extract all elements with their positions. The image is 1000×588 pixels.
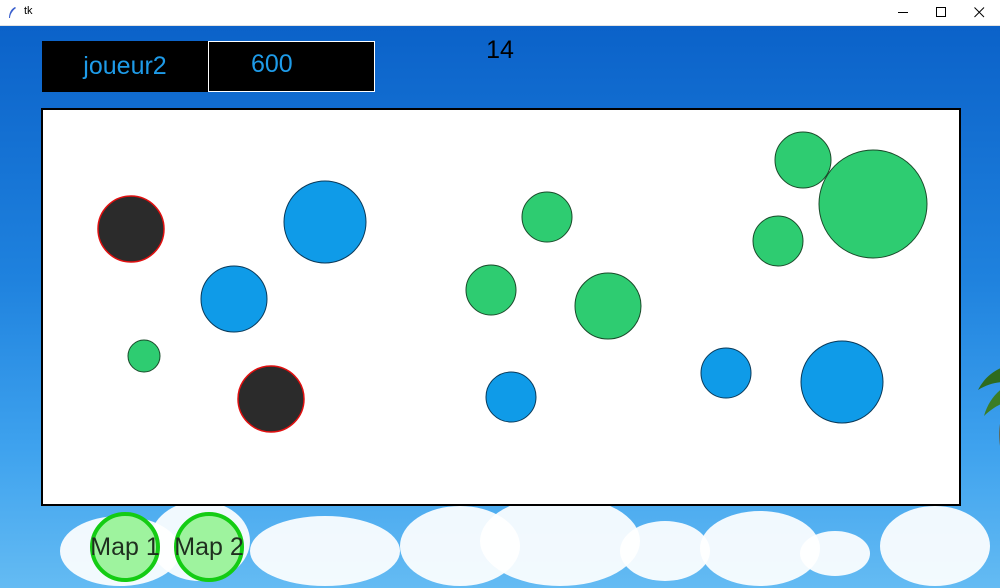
enemy-circle[interactable]: [97, 195, 165, 263]
score-value: 600: [251, 50, 293, 78]
player-circle[interactable]: [283, 180, 367, 264]
map-1-label: Map 1: [90, 532, 160, 561]
map-2-label: Map 2: [174, 532, 244, 561]
food-circle[interactable]: [465, 264, 517, 316]
close-button[interactable]: [960, 0, 1000, 25]
cloud: [250, 516, 400, 586]
player-circle[interactable]: [700, 347, 752, 399]
game-board[interactable]: [41, 108, 961, 506]
player-circle[interactable]: [485, 371, 537, 423]
food-circle[interactable]: [818, 149, 928, 259]
feather-icon: [9, 7, 16, 18]
cloud: [800, 531, 870, 576]
food-circle[interactable]: [752, 215, 804, 267]
cloud: [620, 521, 710, 581]
food-circle[interactable]: [521, 191, 573, 243]
close-icon: [974, 7, 985, 18]
food-circle[interactable]: [574, 272, 642, 340]
player-circle[interactable]: [800, 340, 884, 424]
cloud: [880, 506, 990, 586]
player-circle[interactable]: [200, 265, 268, 333]
food-circle[interactable]: [127, 339, 161, 373]
player-name-display: joueur2: [42, 41, 208, 92]
window-titlebar: tk: [0, 0, 1000, 26]
maximize-icon: [936, 7, 946, 17]
player-name-label: joueur2: [83, 52, 167, 80]
map-2-button[interactable]: Map 2: [174, 512, 244, 582]
window-title: tk: [24, 5, 33, 17]
score-display: 600: [208, 41, 375, 92]
enemy-circle[interactable]: [237, 365, 305, 433]
board-canvas[interactable]: [43, 110, 959, 504]
cloud: [480, 496, 640, 586]
timer-display: 14: [486, 36, 514, 64]
maximize-button[interactable]: [922, 0, 962, 25]
map-1-button[interactable]: Map 1: [90, 512, 160, 582]
minimize-button[interactable]: [884, 0, 924, 25]
palm-tree: [978, 368, 1000, 446]
food-circle[interactable]: [774, 131, 832, 189]
minimize-icon: [898, 12, 908, 13]
